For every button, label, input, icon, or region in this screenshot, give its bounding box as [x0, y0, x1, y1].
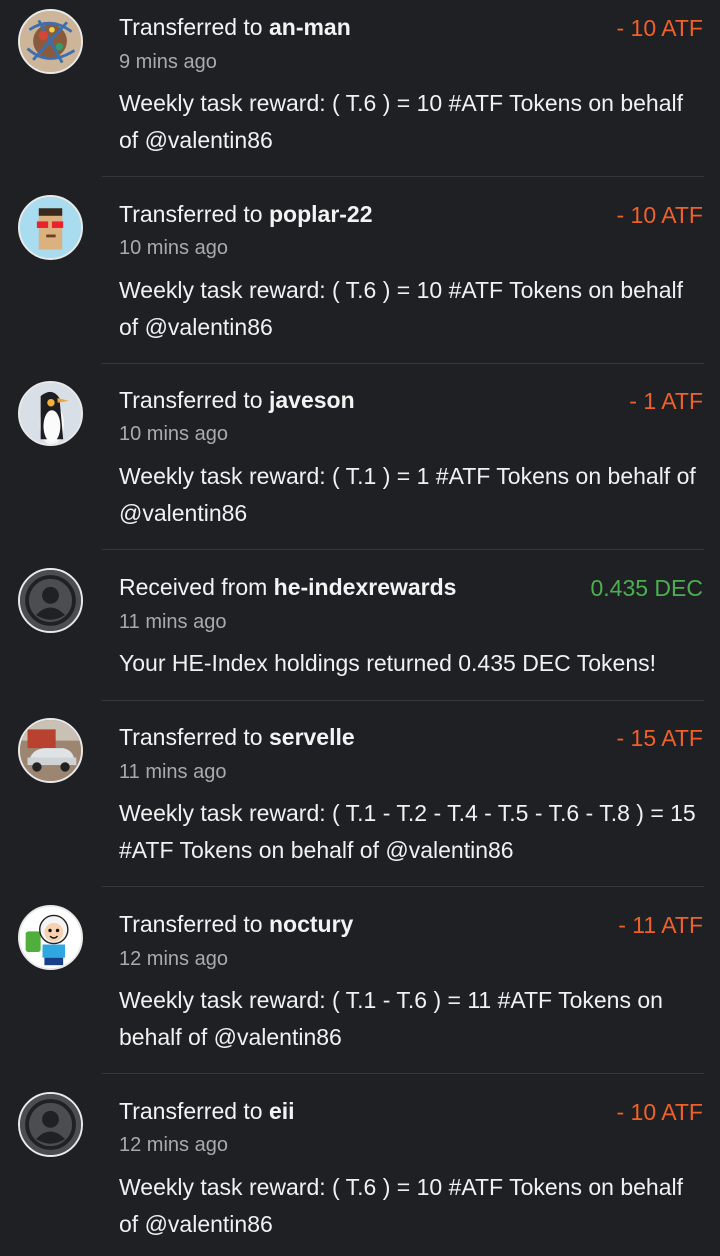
memo-text: Weekly task reward: ( T.6 ) = 10 #ATF To… — [119, 90, 683, 153]
username-link[interactable]: noctury — [269, 911, 353, 937]
username-link[interactable]: javeson — [269, 387, 355, 413]
transaction-title: Transferred to noctury — [119, 910, 353, 938]
cartoon-character-avatar-icon — [20, 907, 81, 968]
direction-label: Transferred to — [119, 911, 263, 937]
amount: 0.435 DEC — [590, 575, 703, 601]
avatar[interactable] — [18, 1092, 83, 1157]
transaction-title: Transferred to an-man — [119, 13, 351, 41]
amount: - 1 ATF — [629, 388, 703, 414]
timestamp: 10 mins ago — [119, 423, 228, 445]
direction-label: Transferred to — [119, 201, 263, 227]
memo-text: Weekly task reward: ( T.1 - T.2 - T.4 - … — [119, 800, 696, 863]
timestamp: 9 mins ago — [119, 51, 217, 73]
transaction-title: Transferred to eii — [119, 1097, 295, 1125]
username-link[interactable]: an-man — [269, 14, 351, 40]
username-link[interactable]: servelle — [269, 724, 355, 750]
divider — [102, 176, 704, 177]
memo-text: Weekly task reward: ( T.1 ) = 1 #ATF Tok… — [119, 463, 696, 526]
divider — [102, 549, 704, 550]
timestamp: 11 mins ago — [119, 611, 227, 633]
avatar[interactable] — [18, 568, 83, 633]
direction-label: Transferred to — [119, 387, 263, 413]
amount: - 10 ATF — [616, 1099, 704, 1125]
timestamp: 12 mins ago — [119, 1134, 228, 1156]
memo-text: Your HE-Index holdings returned 0.435 DE… — [119, 650, 656, 676]
transaction-title: Transferred to poplar-22 — [119, 200, 373, 228]
memo-text: Weekly task reward: ( T.1 - T.6 ) = 11 #… — [119, 987, 663, 1050]
divider — [102, 886, 704, 887]
transaction-title: Transferred to javeson — [119, 386, 355, 414]
direction-label: Received from — [119, 574, 268, 600]
username-link[interactable]: he-indexrewards — [274, 574, 457, 600]
timestamp: 11 mins ago — [119, 761, 227, 783]
timestamp: 12 mins ago — [119, 948, 228, 970]
divider — [102, 700, 704, 701]
username-link[interactable]: eii — [269, 1098, 295, 1124]
timestamp: 10 mins ago — [119, 237, 228, 259]
colorful-art-avatar-icon — [20, 11, 81, 72]
penguin-avatar-icon — [20, 383, 81, 444]
avatar[interactable] — [18, 195, 83, 260]
avatar[interactable] — [18, 905, 83, 970]
transaction-title: Transferred to servelle — [119, 723, 355, 751]
avatar[interactable] — [18, 718, 83, 783]
memo-text: Weekly task reward: ( T.6 ) = 10 #ATF To… — [119, 277, 683, 340]
direction-label: Transferred to — [119, 1098, 263, 1124]
username-link[interactable]: poplar-22 — [269, 201, 373, 227]
divider — [102, 363, 704, 364]
amount: - 15 ATF — [616, 725, 704, 751]
amount: - 11 ATF — [618, 912, 703, 938]
divider — [102, 1073, 704, 1074]
amount: - 10 ATF — [616, 15, 704, 41]
amount: - 10 ATF — [616, 202, 704, 228]
avatar[interactable] — [18, 9, 83, 74]
avatar[interactable] — [18, 381, 83, 446]
pixel-punk-avatar-icon — [20, 197, 81, 258]
transaction-title: Received from he-indexrewards — [119, 573, 456, 601]
default-user-icon — [20, 570, 81, 631]
car-photo-avatar-icon — [20, 720, 81, 781]
memo-text: Weekly task reward: ( T.6 ) = 10 #ATF To… — [119, 1174, 683, 1237]
direction-label: Transferred to — [119, 724, 263, 750]
direction-label: Transferred to — [119, 14, 263, 40]
default-user-icon — [20, 1094, 81, 1155]
